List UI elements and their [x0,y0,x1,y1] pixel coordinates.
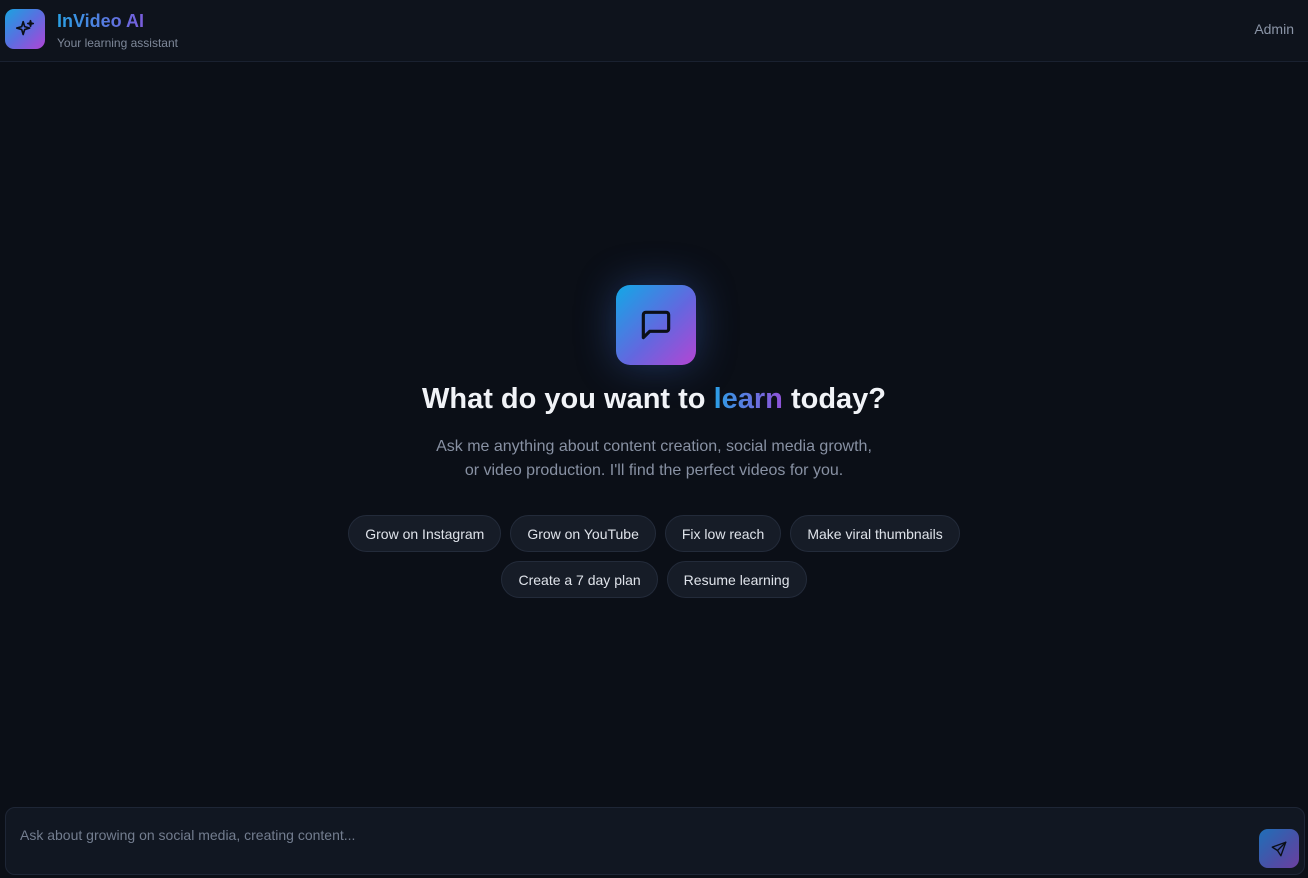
page-title: What do you want to learn today? [0,383,1308,416]
chip-grow-on-instagram[interactable]: Grow on Instagram [348,515,502,552]
description-line-1: Ask me anything about content creation, … [436,438,872,455]
chip-make-viral-thumbnails[interactable]: Make viral thumbnails [790,515,960,552]
chip-fix-low-reach[interactable]: Fix low reach [664,515,782,552]
title-text-before: What do you want to [421,383,714,415]
hero-chat-tile [616,285,696,365]
message-composer [5,807,1305,875]
chip-create-7-day-plan[interactable]: Create a 7 day plan [501,561,658,598]
chat-bubble-icon [641,310,671,340]
brand-title: InVideo AI [57,11,145,31]
chip-grow-on-youtube[interactable]: Grow on YouTube [510,515,656,552]
brand-logo[interactable] [5,9,45,49]
sparkles-icon [15,19,35,36]
chip-resume-learning[interactable]: Resume learning [666,561,807,598]
suggestion-chips: Grow on Instagram Grow on YouTube Fix lo… [344,515,964,598]
send-icon [1271,841,1287,856]
hero-description: Ask me anything about content creation, … [354,435,954,483]
app-header: InVideo AI Your learning assistant Admin [0,0,1308,62]
admin-link[interactable]: Admin [1254,21,1294,37]
description-line-2: or video production. I'll find the perfe… [464,462,844,479]
title-accent-word: learn [713,383,783,415]
send-button[interactable] [1259,829,1299,868]
chat-input[interactable] [20,822,1240,848]
brand-subtitle: Your learning assistant [57,36,178,50]
title-text-after: today? [782,383,887,415]
